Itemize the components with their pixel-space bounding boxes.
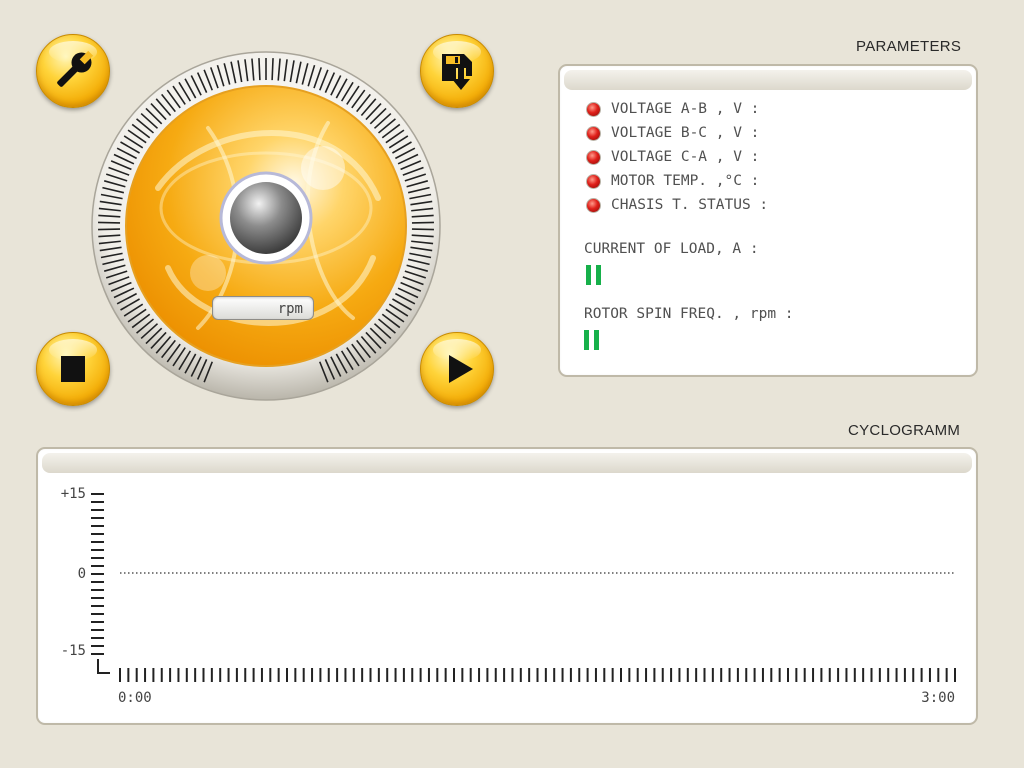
axis-corner [97,659,110,674]
rotor-meter-segment [584,330,589,350]
y-tick-label-zero: 0 [78,566,86,582]
status-led-icon [586,173,601,189]
wrench-icon [57,50,94,87]
dial-tick [271,58,274,81]
indicator-chassis-status: CHASIS T. STATUS : [586,195,768,215]
y-axis-ticks [91,493,104,655]
indicator-label: CHASIS T. STATUS : [611,197,769,213]
save-button[interactable] [420,34,494,108]
stop-icon [61,356,85,382]
status-led-icon [586,101,601,117]
y-tick-label-bottom: -15 [61,643,86,659]
indicator-label: VOLTAGE A-B , V : [611,101,760,117]
current-load-label: CURRENT OF LOAD, A : [584,241,759,257]
status-led-icon [586,149,601,165]
cyclogramm-title: CYCLOGRAMM [848,422,961,439]
rotor-meter-segment [594,330,599,350]
cyclogramm-chart: +15 0 -15 0:00 3:00 [61,486,956,706]
status-led-icon [586,197,601,213]
rotor-freq-label: ROTOR SPIN FREQ. , rpm : [584,306,794,322]
settings-button[interactable] [36,34,110,108]
play-icon [449,355,473,383]
indicator-voltage-bc: VOLTAGE B-C , V : [586,123,759,143]
parameters-panel: VOLTAGE A-B , V : VOLTAGE B-C , V : VOLT… [558,64,978,377]
y-tick-label-top: +15 [61,486,86,502]
dial-knob[interactable] [230,182,302,254]
stop-button[interactable] [36,332,110,406]
indicator-label: VOLTAGE B-C , V : [611,125,760,141]
parameters-panel-bar [564,70,972,90]
rpm-readout: rpm [212,296,314,320]
parameters-title: PARAMETERS [856,38,962,55]
indicator-motor-temp: MOTOR TEMP. ,°C : [586,171,759,191]
x-tick-label-start: 0:00 [118,690,152,706]
indicator-label: VOLTAGE C-A , V : [611,149,760,165]
x-tick-label-end: 3:00 [921,690,955,706]
dial-tick [258,58,261,81]
rpm-unit: rpm [277,301,303,317]
indicator-voltage-ca: VOLTAGE C-A , V : [586,147,759,167]
speed-dial[interactable] [88,48,444,404]
indicator-label: MOTOR TEMP. ,°C : [611,173,760,189]
status-led-icon [586,125,601,141]
current-meter-segment [596,265,601,285]
play-button[interactable] [420,332,494,406]
floppy-download-icon [442,54,472,90]
indicator-voltage-ab: VOLTAGE A-B , V : [586,99,759,119]
x-axis-ticks [119,668,956,682]
current-meter-segment [586,265,591,285]
